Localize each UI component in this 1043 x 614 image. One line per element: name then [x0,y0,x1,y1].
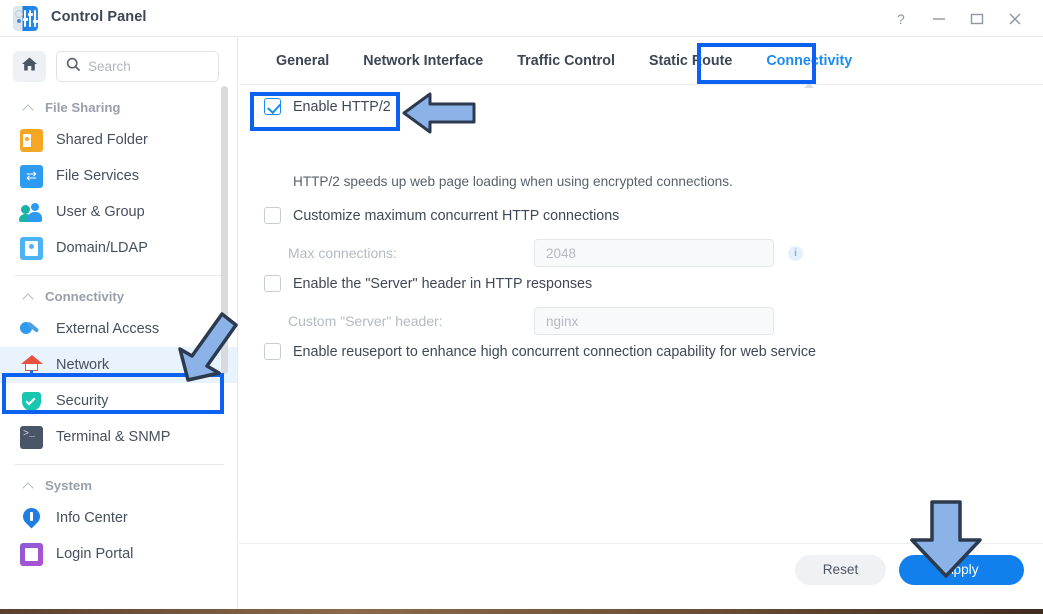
custom-server-header-label: Custom "Server" header: [288,313,443,329]
control-panel-window: Control Panel ? Search File Sharing Shar… [0,0,1043,614]
reset-button[interactable]: Reset [795,554,886,585]
enable-reuseport-row[interactable]: Enable reuseport to enhance high concurr… [264,343,816,360]
sidebar-item-label: Security [56,393,109,409]
chevron-up-icon [23,482,34,489]
network-icon [20,354,43,377]
sidebar-item-label: User & Group [56,204,145,220]
sidebar-item-label: Terminal & SNMP [56,429,171,445]
enable-http2-row[interactable]: Enable HTTP/2 [264,98,391,115]
login-portal-icon [20,542,43,566]
tab-network-interface[interactable]: Network Interface [346,38,500,84]
enable-reuseport-checkbox[interactable] [264,343,281,360]
customize-max-connections-label[interactable]: Customize maximum concurrent HTTP connec… [293,208,619,224]
custom-server-header-field-row: Custom "Server" header: nginx [288,307,1018,335]
title-bar: Control Panel ? [0,0,1043,37]
sidebar-item-label: Network [56,357,110,373]
sidebar-section-label: System [45,477,92,493]
sidebar-section-file-sharing[interactable]: File Sharing [0,92,237,122]
sidebar-divider [14,464,224,465]
sidebar-item-file-services[interactable]: File Services [0,158,237,194]
sidebar-scrollbar[interactable] [221,86,228,374]
sidebar-section-connectivity[interactable]: Connectivity [0,281,237,311]
terminal-snmp-icon [20,425,43,449]
shared-folder-icon [20,128,43,152]
help-icon[interactable]: ? [891,9,911,29]
sidebar-item-info-center[interactable]: Info Center [0,500,237,536]
sidebar-section-system[interactable]: System [0,470,237,500]
enable-reuseport-label[interactable]: Enable reuseport to enhance high concurr… [293,344,816,360]
sidebar-divider [14,275,224,276]
chevron-up-icon [23,104,34,111]
home-button[interactable] [13,51,46,82]
sidebar-item-external-access[interactable]: External Access [0,311,237,347]
sidebar-item-user-group[interactable]: User & Group [0,194,237,230]
sidebar-item-domain-ldap[interactable]: Domain/LDAP [0,230,237,266]
domain-ldap-icon [20,236,43,260]
sidebar-item-security[interactable]: Security [0,383,237,419]
sidebar-item-label: File Services [56,168,139,184]
control-panel-icon [13,6,38,31]
enable-http2-label[interactable]: Enable HTTP/2 [293,99,391,115]
content-panel: General Network Interface Traffic Contro… [239,37,1043,614]
max-connections-field-row: Max connections: 2048 i [288,239,1018,267]
custom-server-header-input[interactable]: nginx [534,307,774,335]
max-connections-input[interactable]: 2048 [534,239,774,267]
sidebar-item-label: Info Center [56,510,128,526]
window-controls: ? [891,0,1033,37]
close-icon[interactable] [1005,9,1025,29]
info-icon[interactable]: i [788,245,803,261]
sidebar-item-login-portal[interactable]: Login Portal [0,536,237,572]
tab-bar: General Network Interface Traffic Contro… [239,37,1043,88]
sidebar-item-label: Domain/LDAP [56,240,148,256]
svg-text:?: ? [897,12,905,26]
enable-server-header-row[interactable]: Enable the "Server" header in HTTP respo… [264,275,592,292]
sidebar-top-row: Search [13,51,219,82]
sidebar: Search File Sharing Shared Folder File S… [0,37,238,614]
sidebar-section-label: Connectivity [45,288,125,304]
tab-traffic-control[interactable]: Traffic Control [500,38,632,84]
sidebar-item-label: External Access [56,321,160,337]
enable-server-header-checkbox[interactable] [264,275,281,292]
bottom-strip [0,609,1043,614]
minimize-icon[interactable] [929,9,949,29]
home-icon [21,56,38,77]
customize-max-connections-checkbox[interactable] [264,207,281,224]
tab-general[interactable]: General [259,38,346,84]
security-icon [20,390,43,413]
search-input[interactable]: Search [56,51,219,82]
window-title: Control Panel [51,9,147,25]
form-footer: Reset Apply [239,543,1043,595]
sidebar-item-label: Shared Folder [56,132,148,148]
sidebar-item-label: Login Portal [56,546,134,562]
info-center-icon [19,503,44,530]
search-placeholder: Search [88,59,131,74]
sidebar-section-label: File Sharing [45,99,121,115]
sidebar-item-shared-folder[interactable]: Shared Folder [0,122,237,158]
tab-connectivity[interactable]: Connectivity [749,38,869,88]
file-services-icon [20,164,43,188]
user-group-icon [19,201,43,224]
search-icon [66,57,81,77]
tab-static-route[interactable]: Static Route [632,38,749,84]
connectivity-form: Enable HTTP/2 HTTP/2 speeds up web page … [239,85,1043,595]
sidebar-item-network[interactable]: Network [0,347,237,383]
apply-button[interactable]: Apply [899,554,1024,585]
enable-http2-checkbox[interactable] [264,98,281,115]
sidebar-item-terminal-snmp[interactable]: Terminal & SNMP [0,419,237,455]
maximize-icon[interactable] [967,9,987,29]
http2-hint: HTTP/2 speeds up web page loading when u… [293,174,733,189]
sidebar-scroll-area: File Sharing Shared Folder File Services… [0,92,237,614]
max-connections-label: Max connections: [288,245,397,261]
enable-server-header-label[interactable]: Enable the "Server" header in HTTP respo… [293,276,592,292]
customize-max-connections-row[interactable]: Customize maximum concurrent HTTP connec… [264,207,619,224]
chevron-up-icon [23,293,34,300]
external-access-icon [20,318,43,341]
